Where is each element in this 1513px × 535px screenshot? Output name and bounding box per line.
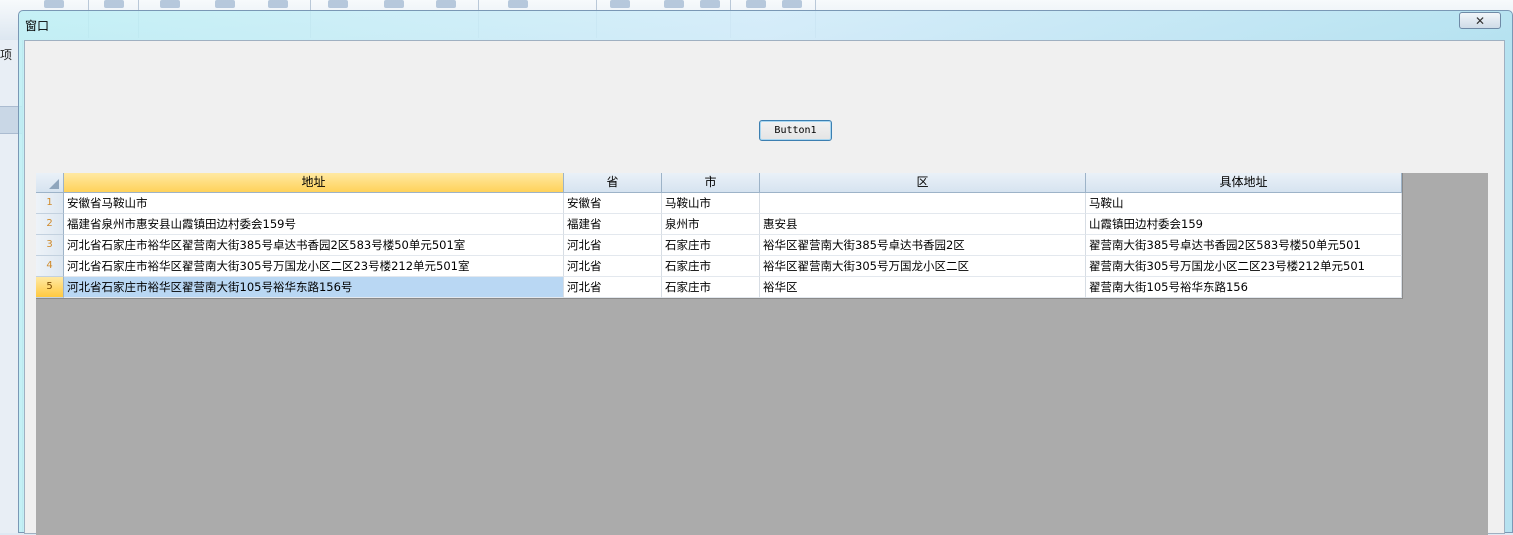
button1[interactable]: Button1: [759, 120, 832, 141]
toolbar-icon: [782, 0, 802, 8]
toolbar-icon: [160, 0, 180, 8]
cell-address-selected[interactable]: 河北省石家庄市裕华区翟营南大街105号裕华东路156号: [64, 277, 564, 298]
cell-detail-address[interactable]: 马鞍山: [1086, 193, 1402, 214]
cell-detail-address[interactable]: 翟营南大街305号万国龙小区二区23号楼212单元501: [1086, 256, 1402, 277]
toolbar-icon: [104, 0, 124, 8]
toolbar-icon: [328, 0, 348, 8]
cell-address[interactable]: 福建省泉州市惠安县山霞镇田边村委会159号: [64, 214, 564, 235]
cell-city[interactable]: 石家庄市: [662, 256, 760, 277]
row-header-active[interactable]: 5: [36, 277, 64, 298]
grid-header-row: 地址 省 市 区 具体地址: [36, 173, 1402, 193]
close-icon: ✕: [1474, 13, 1486, 28]
cell-district[interactable]: 裕华区翟营南大街305号万国龙小区二区: [760, 256, 1086, 277]
close-button[interactable]: ✕: [1459, 12, 1501, 29]
cell-city[interactable]: 马鞍山市: [662, 193, 760, 214]
cell-province[interactable]: 河北省: [564, 277, 662, 298]
row-header[interactable]: 1: [36, 193, 64, 214]
column-header-address[interactable]: 地址: [64, 173, 564, 193]
data-grid[interactable]: 地址 省 市 区 具体地址 1 安徽省马鞍山市 安徽省 马鞍山市 马鞍山 2 福…: [36, 173, 1403, 299]
cell-detail-address[interactable]: 山霞镇田边村委会159: [1086, 214, 1402, 235]
toolbar-icon: [664, 0, 684, 8]
cell-city[interactable]: 石家庄市: [662, 235, 760, 256]
row-header[interactable]: 4: [36, 256, 64, 277]
table-row[interactable]: 4 河北省石家庄市裕华区翟营南大街305号万国龙小区二区23号楼212单元501…: [36, 256, 1402, 277]
column-header-city[interactable]: 市: [662, 173, 760, 193]
table-row[interactable]: 3 河北省石家庄市裕华区翟营南大街385号卓达书香园2区583号楼50单元501…: [36, 235, 1402, 256]
table-row[interactable]: 2 福建省泉州市惠安县山霞镇田边村委会159号 福建省 泉州市 惠安县 山霞镇田…: [36, 214, 1402, 235]
cell-city[interactable]: 石家庄市: [662, 277, 760, 298]
cell-district[interactable]: 裕华区: [760, 277, 1086, 298]
toolbar-icon: [746, 0, 766, 8]
toolbar-icon: [436, 0, 456, 8]
window-title: 窗口: [25, 19, 50, 33]
grid-select-all-corner[interactable]: [36, 173, 64, 193]
toolbar-icon: [384, 0, 404, 8]
toolbar-icon: [700, 0, 720, 8]
toolbar-icon: [44, 0, 64, 8]
table-row-selected[interactable]: 5 河北省石家庄市裕华区翟营南大街105号裕华东路156号 河北省 石家庄市 裕…: [36, 277, 1402, 298]
cell-detail-address[interactable]: 翟营南大街105号裕华东路156: [1086, 277, 1402, 298]
background-left-label: 项: [0, 48, 13, 62]
cell-district[interactable]: 裕华区翟营南大街385号卓达书香园2区: [760, 235, 1086, 256]
row-header[interactable]: 2: [36, 214, 64, 235]
row-header[interactable]: 3: [36, 235, 64, 256]
toolbar-icon: [508, 0, 528, 8]
toolbar-icon: [268, 0, 288, 8]
cell-province[interactable]: 河北省: [564, 235, 662, 256]
select-all-icon: [49, 179, 59, 189]
cell-address[interactable]: 河北省石家庄市裕华区翟营南大街385号卓达书香园2区583号楼50单元501室: [64, 235, 564, 256]
cell-address[interactable]: 安徽省马鞍山市: [64, 193, 564, 214]
column-header-province[interactable]: 省: [564, 173, 662, 193]
data-grid-area[interactable]: 地址 省 市 区 具体地址 1 安徽省马鞍山市 安徽省 马鞍山市 马鞍山 2 福…: [36, 173, 1488, 535]
column-header-detail-address[interactable]: 具体地址: [1086, 173, 1402, 193]
table-row[interactable]: 1 安徽省马鞍山市 安徽省 马鞍山市 马鞍山: [36, 193, 1402, 214]
cell-address[interactable]: 河北省石家庄市裕华区翟营南大街305号万国龙小区二区23号楼212单元501室: [64, 256, 564, 277]
dialog-window: 窗口 ✕ Button1 地址 省 市 区 具体地址 1 安徽省马鞍山市 安徽省…: [18, 10, 1513, 535]
cell-detail-address[interactable]: 翟营南大街385号卓达书香园2区583号楼50单元501: [1086, 235, 1402, 256]
cell-province[interactable]: 安徽省: [564, 193, 662, 214]
cell-city[interactable]: 泉州市: [662, 214, 760, 235]
dialog-client-area: Button1 地址 省 市 区 具体地址 1 安徽省马鞍山市 安徽省 马鞍山市…: [24, 40, 1505, 535]
cell-province[interactable]: 河北省: [564, 256, 662, 277]
cell-district[interactable]: [760, 193, 1086, 214]
cell-province[interactable]: 福建省: [564, 214, 662, 235]
cell-district[interactable]: 惠安县: [760, 214, 1086, 235]
toolbar-icon: [610, 0, 630, 8]
column-header-district[interactable]: 区: [760, 173, 1086, 193]
toolbar-icon: [215, 0, 235, 8]
